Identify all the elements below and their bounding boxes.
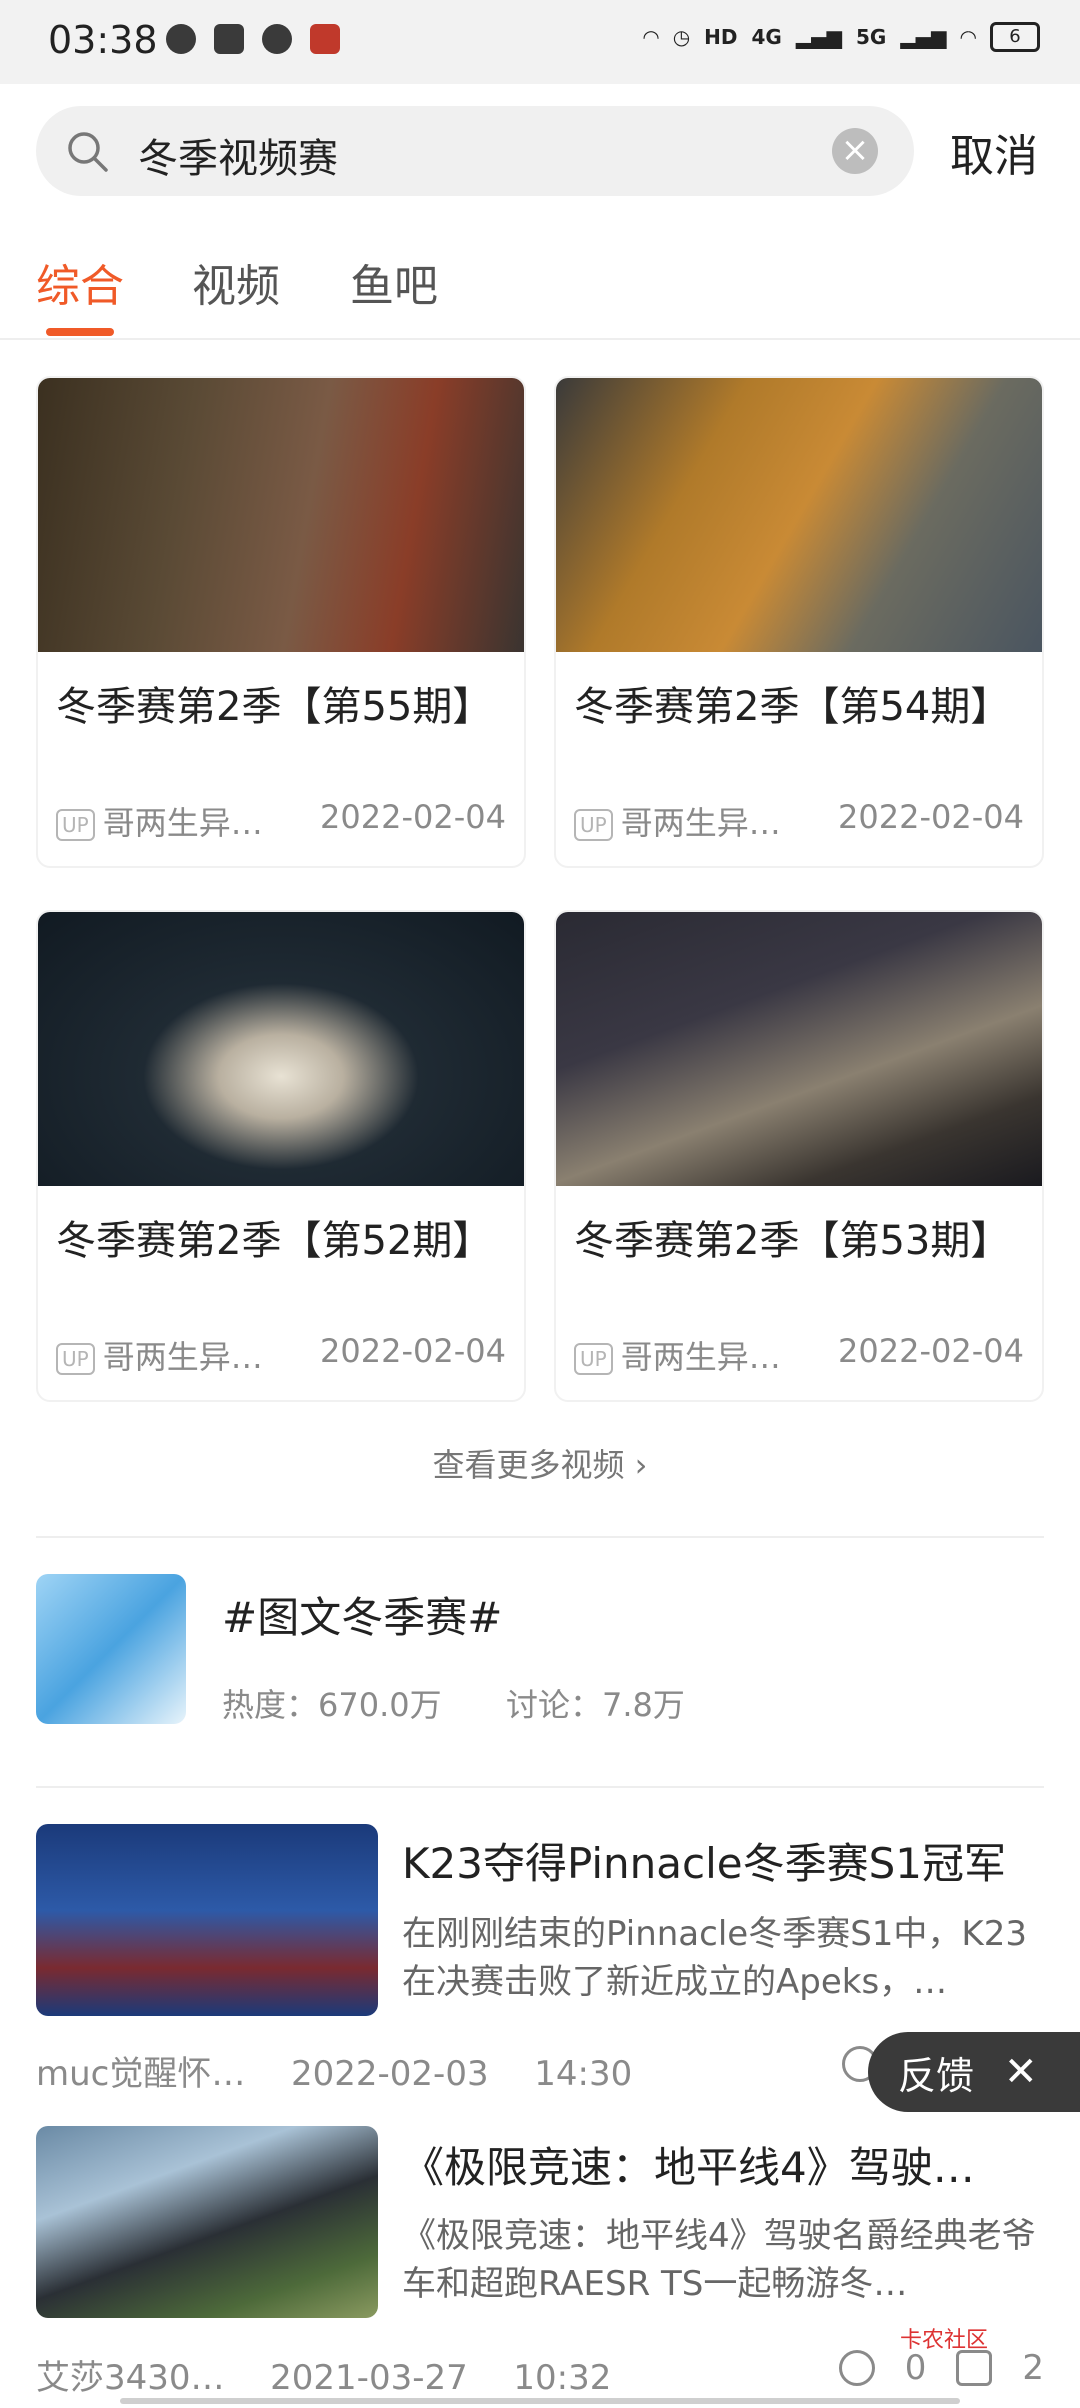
video-date: 2022-02-04 bbox=[838, 798, 1024, 836]
chat-icon bbox=[262, 24, 292, 54]
article-desc: 在刚刚结束的Pinnacle冬季赛S1中，K23在决赛击败了新近成立的Apeks… bbox=[402, 1914, 1027, 2002]
video-card[interactable]: 14 02:57 冬季赛第2季【第55期】 UP 哥两生异… 2022-02-04 bbox=[36, 376, 526, 868]
video-thumbnail bbox=[38, 912, 524, 1186]
search-icon bbox=[68, 132, 108, 172]
status-right: ◠ ◷ HD 4G ▂▄▆ 5G ▂▄▆ ◜◝ 6 bbox=[643, 22, 1040, 52]
tab-bar: 综合 视频 鱼吧 bbox=[0, 250, 1080, 340]
comment-icon[interactable] bbox=[838, 2350, 875, 2386]
article-author: muc觉醒怀… bbox=[36, 2054, 246, 2094]
video-footer: UP 哥两生异… 2022-02-04 bbox=[56, 798, 506, 844]
feedback-button[interactable]: 反馈 ✕ bbox=[868, 2032, 1080, 2112]
video-card[interactable]: 11 02:57 冬季赛第2季【第53期】 UP 哥两生异… 2022-02-04 bbox=[554, 910, 1044, 1402]
wifi-icon: ◜◝ bbox=[960, 25, 977, 49]
status-time: 03:38 bbox=[48, 18, 158, 62]
hd-badge: HD bbox=[704, 25, 738, 49]
tab-video[interactable]: 视频 bbox=[192, 250, 280, 314]
music-icon bbox=[166, 24, 196, 54]
tab-indicator bbox=[46, 328, 114, 336]
article-actions: 0 2 bbox=[838, 2348, 1044, 2388]
video-footer: UP 哥两生异… 2022-02-04 bbox=[574, 798, 1024, 844]
divider bbox=[36, 1536, 1044, 1538]
video-thumbnail bbox=[556, 378, 1042, 652]
video-footer: UP 哥两生异… 2022-02-04 bbox=[574, 1332, 1024, 1378]
video-card[interactable]: 11 02:56 冬季赛第2季【第54期】 UP 哥两生异… 2022-02-04 bbox=[554, 376, 1044, 868]
up-badge: UP bbox=[56, 809, 95, 841]
comment-count: 0 bbox=[904, 2348, 927, 2388]
battery-icon: 6 bbox=[990, 22, 1040, 52]
signal-icon: ▂▄▆ bbox=[795, 25, 842, 49]
video-date: 2022-02-04 bbox=[838, 1332, 1024, 1370]
alarm-icon: ◷ bbox=[672, 25, 691, 49]
tiktok-icon bbox=[310, 24, 340, 54]
video-date: 2022-02-04 bbox=[320, 1332, 506, 1370]
video-author: 哥两生异… bbox=[620, 1338, 781, 1376]
article-date: 2021-03-27 bbox=[270, 2358, 468, 2398]
video-author: 哥两生异… bbox=[620, 804, 781, 842]
search-bar[interactable]: 冬季视频赛 × bbox=[36, 106, 914, 196]
up-badge: UP bbox=[574, 809, 613, 841]
clear-icon[interactable]: × bbox=[832, 128, 878, 174]
like-icon[interactable] bbox=[956, 2350, 993, 2386]
video-title: 冬季赛第2季【第55期】 bbox=[56, 684, 493, 730]
video-author: 哥两生异… bbox=[102, 804, 263, 842]
network-5g: 5G bbox=[856, 25, 887, 49]
up-badge: UP bbox=[56, 1343, 95, 1375]
video-card[interactable]: 11 02:57 冬季赛第2季【第52期】 UP 哥两生异… 2022-02-04 bbox=[36, 910, 526, 1402]
article-title[interactable]: 《极限竞速：地平线4》驾驶… bbox=[402, 2134, 975, 2195]
network-4g: 4G bbox=[751, 25, 782, 49]
more-videos-link[interactable]: 查看更多视频 › bbox=[0, 1440, 1080, 1486]
signal-icon-2: ▂▄▆ bbox=[900, 25, 947, 49]
article-image[interactable] bbox=[36, 1824, 378, 2016]
article-date: 2022-02-03 bbox=[291, 2054, 489, 2094]
topic-image[interactable] bbox=[36, 1574, 186, 1724]
video-date: 2022-02-04 bbox=[320, 798, 506, 836]
up-badge: UP bbox=[574, 1343, 613, 1375]
notification-icons bbox=[166, 24, 340, 54]
article-title[interactable]: K23夺得Pinnacle冬季赛S1冠军 bbox=[402, 1830, 1006, 1891]
watermark-logo: 卡农社区 bbox=[900, 2328, 989, 2353]
article-desc: 《极限竞速：地平线4》驾驶名爵经典老爷车和超跑RAESR TS一起畅游冬… bbox=[402, 2216, 1036, 2304]
tab-fishbar[interactable]: 鱼吧 bbox=[350, 250, 438, 314]
topic-title[interactable]: #图文冬季赛# bbox=[222, 1584, 502, 1645]
video-thumbnail bbox=[38, 378, 524, 652]
tab-comprehensive[interactable]: 综合 bbox=[36, 250, 124, 314]
article-footer: 艾莎3430… 2021-03-27 10:32 bbox=[36, 2350, 611, 2399]
divider bbox=[36, 1786, 1044, 1788]
video-title: 冬季赛第2季【第54期】 bbox=[574, 684, 1011, 730]
feedback-label: 反馈 bbox=[898, 2053, 975, 2098]
topic-heat: 热度：670.0万 bbox=[222, 1686, 442, 1724]
gesture-bar bbox=[120, 2398, 960, 2404]
topic-discuss: 讨论：7.8万 bbox=[505, 1686, 685, 1724]
article-image[interactable] bbox=[36, 2126, 378, 2318]
close-icon[interactable]: ✕ bbox=[1004, 2049, 1038, 2095]
search-input[interactable]: 冬季视频赛 bbox=[138, 126, 338, 184]
article-time: 14:30 bbox=[534, 2054, 633, 2094]
video-title: 冬季赛第2季【第52期】 bbox=[56, 1218, 493, 1264]
video-author: 哥两生异… bbox=[102, 1338, 263, 1376]
article-time: 10:32 bbox=[513, 2358, 612, 2398]
like-count: 2 bbox=[1022, 2348, 1044, 2388]
article-footer: muc觉醒怀… 2022-02-03 14:30 bbox=[36, 2046, 632, 2095]
article-author: 艾莎3430… bbox=[36, 2358, 225, 2398]
headphone-icon: ◠ bbox=[643, 25, 659, 49]
video-title: 冬季赛第2季【第53期】 bbox=[574, 1218, 1011, 1264]
cancel-button[interactable]: 取消 bbox=[950, 120, 1038, 184]
status-bar: 03:38 ◠ ◷ HD 4G ▂▄▆ 5G ▂▄▆ ◜◝ 6 bbox=[0, 0, 1080, 84]
mail-icon bbox=[214, 24, 244, 54]
video-footer: UP 哥两生异… 2022-02-04 bbox=[56, 1332, 506, 1378]
topic-stats: 热度：670.0万 讨论：7.8万 bbox=[222, 1680, 685, 1726]
video-thumbnail bbox=[556, 912, 1042, 1186]
